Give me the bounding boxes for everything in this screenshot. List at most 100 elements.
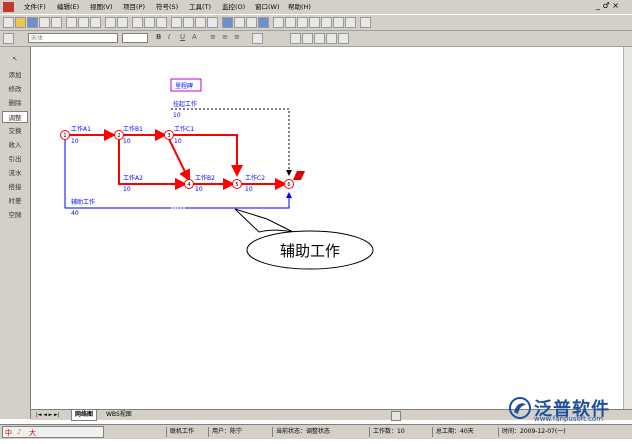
settings-icon[interactable] [345, 17, 356, 28]
tool-extract[interactable]: 引出 [2, 153, 28, 165]
underline-button[interactable]: U [180, 33, 185, 41]
dummy-top-path [171, 108, 292, 176]
check-icon[interactable] [333, 17, 344, 28]
task-a2-duration: 10 [123, 186, 131, 193]
align-center-button[interactable]: ≡ [222, 33, 228, 41]
task-c2-name: 工作C2 [245, 174, 265, 182]
font-select[interactable]: 宋体 [28, 33, 118, 43]
undo-icon[interactable] [105, 17, 116, 28]
paste-icon[interactable] [90, 17, 101, 28]
menu-view[interactable]: 视图(V) [90, 2, 113, 12]
ime-punct-icon[interactable]: ♪ [17, 428, 21, 436]
task-a2-name: 工作A2 [123, 174, 143, 182]
new-icon[interactable] [3, 17, 14, 28]
horizontal-scrollbar[interactable] [391, 411, 401, 421]
menu-tools[interactable]: 工具(T) [189, 2, 211, 12]
font-size-select[interactable] [122, 33, 148, 43]
help-icon[interactable] [360, 17, 371, 28]
status-mode: 联机工作 [166, 427, 194, 437]
table-icon[interactable] [285, 17, 296, 28]
menu-help[interactable]: 帮助(H) [288, 2, 311, 12]
task-aux-duration: 40 [71, 210, 79, 217]
tool-float[interactable]: 时差 [2, 195, 28, 207]
zoom-out-icon[interactable] [156, 17, 167, 28]
select-arrow-icon[interactable]: ↖ [2, 53, 28, 65]
tab-network[interactable]: 网络图 [71, 410, 98, 421]
menu-project[interactable]: 项目(P) [123, 2, 145, 12]
pointer-icon[interactable] [3, 33, 14, 44]
zoom-in-icon[interactable] [132, 17, 143, 28]
tool-insert[interactable]: 收入 [2, 139, 28, 151]
end-flag-icon [293, 171, 305, 180]
italic-button[interactable]: I [168, 33, 170, 41]
bold-button[interactable]: B [156, 33, 161, 41]
grid-icon[interactable] [171, 17, 182, 28]
resource-icon[interactable] [309, 17, 320, 28]
task-b2-name: 工作B2 [195, 174, 215, 182]
network-canvas[interactable]: 里程碑 挂起工作 10 工作A1 10 工作B1 10 工作C1 10 工作A2… [31, 47, 623, 409]
vertical-scrollbar[interactable] [623, 47, 632, 409]
cut-icon[interactable] [66, 17, 77, 28]
edge-aux [64, 139, 292, 209]
preview-icon[interactable] [51, 17, 62, 28]
globe-icon[interactable] [258, 17, 269, 28]
line-style-icon[interactable] [252, 33, 263, 44]
menu-edit[interactable]: 编辑(E) [57, 2, 79, 12]
tab-wbs[interactable]: WBS视图 [103, 410, 135, 420]
copy-icon[interactable] [78, 17, 89, 28]
tool-swap[interactable]: 交换 [2, 125, 28, 137]
align-right-button[interactable]: ≡ [234, 33, 240, 41]
open-icon[interactable] [15, 17, 26, 28]
network-diagram: 里程碑 挂起工作 10 工作A1 10 工作B1 10 工作C1 10 工作A2… [60, 78, 374, 270]
brand-logo: 泛普软件 www.fanpusoft.com [508, 394, 626, 426]
print-icon[interactable] [39, 17, 50, 28]
app-icon[interactable] [3, 2, 14, 12]
brand-url: www.fanpusoft.com [534, 415, 604, 423]
menu-symbol[interactable]: 符号(S) [156, 2, 178, 12]
font-color-button[interactable]: A [192, 33, 197, 41]
arrow-right-icon[interactable] [326, 33, 337, 44]
redo-icon[interactable] [117, 17, 128, 28]
chart-icon[interactable] [297, 17, 308, 28]
arrow-down-icon[interactable] [314, 33, 325, 44]
task-a1-duration: 10 [71, 138, 79, 145]
move-icon[interactable] [338, 33, 349, 44]
arrow-left-icon[interactable] [290, 33, 301, 44]
list-icon[interactable] [183, 17, 194, 28]
report-icon[interactable] [246, 17, 257, 28]
menu-monitor[interactable]: 监控(O) [222, 2, 245, 12]
status-duration: 总工期：40天 [432, 427, 474, 437]
menu-file[interactable]: 文件(F) [24, 2, 46, 12]
edit-tool-panel: ↖ 添加 修改 删除 调整 交换 收入 引出 流水 搭接 时差 空隙 [0, 47, 31, 419]
ime-mode[interactable]: 中 [5, 428, 12, 438]
layout-icon[interactable] [195, 17, 206, 28]
network-view-icon[interactable] [222, 17, 233, 28]
gantt-view-icon[interactable] [234, 17, 245, 28]
standard-toolbar [0, 15, 632, 31]
ime-toolbar[interactable]: 中 ♪ 大 [2, 426, 104, 438]
tool-adjust[interactable]: 调整 [2, 111, 28, 123]
tool-gap[interactable]: 空隙 [2, 209, 28, 221]
menu-window[interactable]: 窗口(W) [255, 2, 280, 12]
calendar-icon[interactable] [273, 17, 284, 28]
cost-icon[interactable] [321, 17, 332, 28]
tab-nav-buttons[interactable]: |◄ ◄ ► ►| [33, 410, 63, 420]
node-6-label: 6 [287, 182, 290, 188]
callout-text: 辅助工作 [280, 242, 340, 260]
node-5-label: 5 [235, 182, 238, 188]
task-b2-duration: 10 [195, 186, 203, 193]
window-controls[interactable]: _ ♂ × [596, 1, 619, 10]
tool-add[interactable]: 添加 [2, 69, 28, 81]
arrange-icon[interactable] [207, 17, 218, 28]
tool-overlap[interactable]: 搭接 [2, 181, 28, 193]
tool-flow[interactable]: 流水 [2, 167, 28, 179]
ime-width[interactable]: 大 [29, 428, 36, 438]
align-left-button[interactable]: ≡ [210, 33, 216, 41]
tool-modify[interactable]: 修改 [2, 83, 28, 95]
arrow-up-icon[interactable] [302, 33, 313, 44]
status-date: 时间：2009-12-07(一) [498, 427, 566, 437]
save-icon[interactable] [27, 17, 38, 28]
tool-delete[interactable]: 删除 [2, 97, 28, 109]
task-a1-name: 工作A1 [71, 125, 91, 133]
zoom-fit-icon[interactable] [144, 17, 155, 28]
